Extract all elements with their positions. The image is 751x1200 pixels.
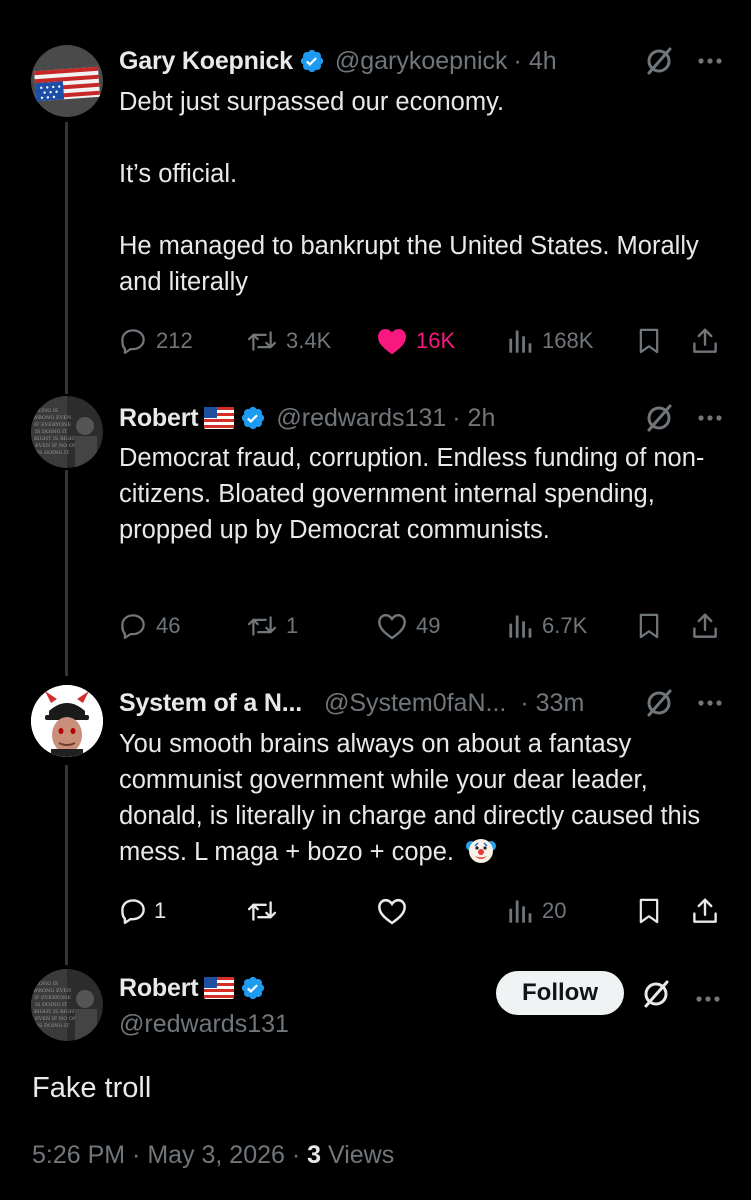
- post-timestamp[interactable]: 5:26 PM · May 3, 2026 ·: [32, 1141, 307, 1169]
- views-button[interactable]: 20: [508, 894, 566, 928]
- svg-text:WRONG EVEN: WRONG EVEN: [33, 988, 72, 994]
- views-count: 3: [307, 1141, 322, 1169]
- author-handle[interactable]: @System0faN...: [324, 689, 506, 718]
- more-options-icon[interactable]: [697, 57, 723, 65]
- views-label: Views: [321, 1141, 395, 1169]
- post-time[interactable]: · 33m: [520, 689, 584, 718]
- repost-count: 3.4K: [286, 328, 332, 353]
- author-handle[interactable]: @redwards131: [119, 1010, 289, 1039]
- clown-face-icon: [465, 834, 497, 876]
- verified-badge-icon: [299, 48, 325, 74]
- avatar[interactable]: RONG IS WRONG EVEN IF EVERYONE IS DOING …: [31, 969, 103, 1041]
- like-count: 16K: [416, 328, 456, 353]
- reply-count: 1: [154, 898, 167, 923]
- reply-button[interactable]: 212: [118, 324, 193, 358]
- follow-button[interactable]: Follow: [496, 971, 624, 1015]
- post-header: Robert @redwards131 · 2h: [119, 401, 723, 435]
- share-button[interactable]: [690, 609, 720, 643]
- reply-count: 46: [156, 613, 181, 638]
- views-button[interactable]: 168K: [508, 324, 593, 358]
- post-time[interactable]: · 4h: [514, 47, 557, 76]
- more-options-icon[interactable]: [697, 414, 723, 422]
- svg-text:RIGHT IS RIGHT: RIGHT IS RIGHT: [34, 436, 78, 442]
- svg-text:IS DOING IT: IS DOING IT: [35, 429, 68, 435]
- us-flag-icon: [204, 977, 235, 999]
- svg-text:IS DOING IT: IS DOING IT: [37, 450, 70, 456]
- svg-text:IF EVERYONE: IF EVERYONE: [34, 995, 71, 1001]
- thread-line: [65, 470, 68, 676]
- views-button[interactable]: 6.7K: [508, 609, 587, 643]
- post-text-body: You smooth brains always on about a fant…: [119, 730, 701, 866]
- repost-button[interactable]: 1: [246, 609, 298, 643]
- like-button[interactable]: 16K: [376, 324, 455, 358]
- reply-button[interactable]: 46: [118, 609, 180, 643]
- main-post-header: Robert: [119, 971, 266, 1005]
- author-name[interactable]: System of a N...: [119, 689, 302, 718]
- main-post-text: Fake troll: [32, 1072, 152, 1104]
- post-header: System of a N... @System0faN... · 33m: [119, 686, 723, 720]
- bookmark-button[interactable]: [635, 894, 663, 928]
- views-count: 168K: [542, 328, 594, 353]
- svg-text:WRONG EVEN: WRONG EVEN: [33, 415, 72, 421]
- svg-text:IS DOING IT: IS DOING IT: [35, 1002, 68, 1008]
- svg-text:IF EVERYONE: IF EVERYONE: [34, 422, 71, 428]
- svg-text:RONG IS: RONG IS: [35, 408, 59, 414]
- avatar[interactable]: [31, 685, 103, 757]
- more-options-icon[interactable]: [697, 699, 723, 707]
- author-handle[interactable]: @garykoepnick: [335, 47, 508, 76]
- post-time[interactable]: · 2h: [452, 404, 495, 433]
- reply-button[interactable]: 1: [118, 894, 166, 928]
- like-count: 49: [416, 613, 441, 638]
- action-bar: 1 20: [118, 894, 724, 928]
- post-text: Democrat fraud, corruption. Endless fund…: [119, 444, 705, 544]
- grok-icon[interactable]: [640, 978, 672, 1015]
- grok-icon[interactable]: [643, 45, 675, 77]
- bookmark-button[interactable]: [635, 324, 663, 358]
- svg-text:EVEN IF NO ONE: EVEN IF NO ONE: [35, 443, 81, 449]
- repost-button[interactable]: 3.4K: [246, 324, 331, 358]
- action-bar: 212 3.4K 16K 168K: [118, 324, 724, 358]
- bookmark-button[interactable]: [635, 609, 663, 643]
- post-text: You smooth brains always on about a fant…: [119, 726, 729, 876]
- share-button[interactable]: [690, 324, 720, 358]
- verified-badge-icon: [240, 405, 266, 431]
- more-options-icon[interactable]: [695, 990, 721, 1008]
- post-text: Debt just surpassed our economy. It’s of…: [119, 88, 699, 296]
- svg-text:IS DOING IT: IS DOING IT: [37, 1023, 70, 1029]
- reply-count: 212: [156, 328, 193, 353]
- like-button[interactable]: [376, 894, 416, 928]
- svg-text:RIGHT IS RIGHT: RIGHT IS RIGHT: [34, 1009, 78, 1015]
- grok-icon[interactable]: [643, 402, 675, 434]
- author-name[interactable]: Robert: [119, 404, 199, 433]
- like-button[interactable]: 49: [376, 609, 440, 643]
- avatar[interactable]: RONG IS WRONG EVEN IF EVERYONE IS DOING …: [31, 396, 103, 468]
- action-bar: 46 1 49 6.7K: [118, 609, 724, 643]
- repost-count: 1: [286, 613, 299, 638]
- thread-line: [65, 765, 68, 965]
- svg-text:EVEN IF NO ONE: EVEN IF NO ONE: [35, 1016, 81, 1022]
- author-name[interactable]: Robert: [119, 974, 199, 1003]
- author-handle[interactable]: @redwards131: [276, 404, 446, 433]
- share-button[interactable]: [690, 894, 720, 928]
- post-header: Gary Koepnick @garykoepnick · 4h: [119, 44, 723, 78]
- grok-icon[interactable]: [643, 687, 675, 719]
- verified-badge-icon: [240, 975, 266, 1001]
- us-flag-icon: [204, 407, 235, 429]
- repost-button[interactable]: [246, 894, 286, 928]
- avatar[interactable]: [31, 45, 103, 117]
- views-count: 20: [542, 898, 567, 923]
- post-meta: 5:26 PM · May 3, 2026 · 3 Views: [32, 1141, 394, 1170]
- author-name[interactable]: Gary Koepnick: [119, 47, 293, 76]
- thread-line: [65, 122, 68, 394]
- views-count: 6.7K: [542, 613, 588, 638]
- svg-text:RONG IS: RONG IS: [35, 981, 59, 987]
